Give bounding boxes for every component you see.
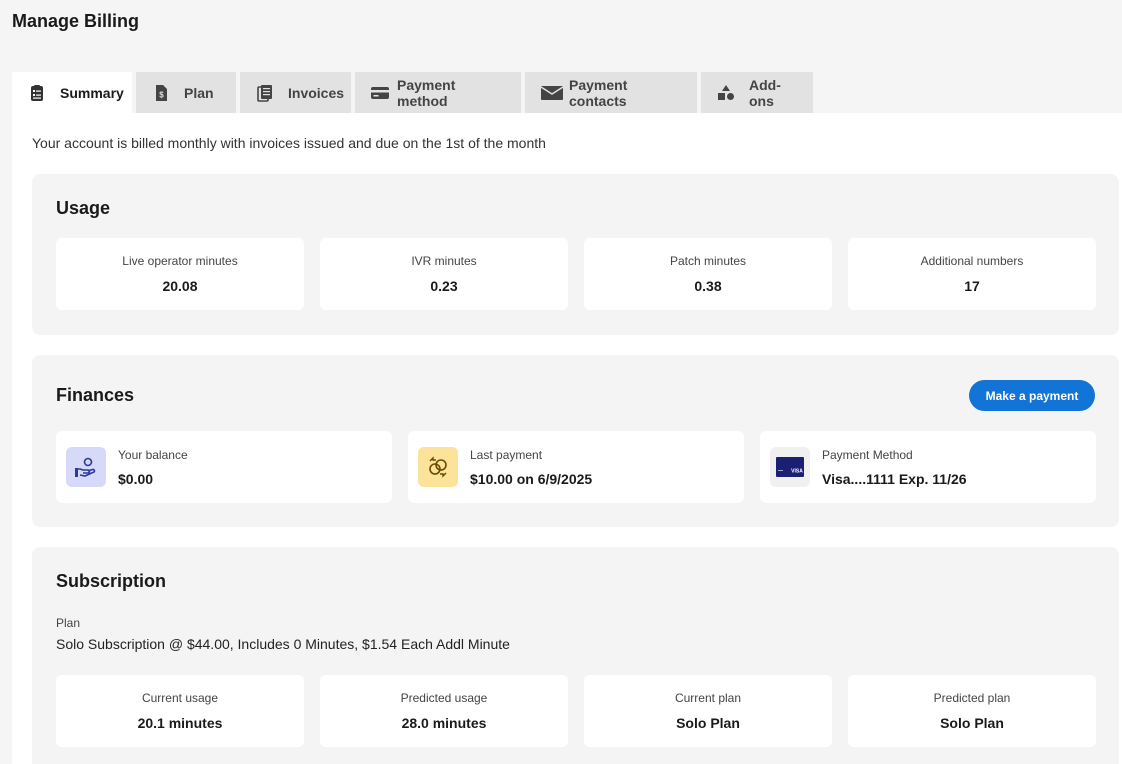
usage-stat-card: IVR minutes 0.23: [320, 238, 568, 310]
tab-invoices-label: Invoices: [288, 84, 345, 101]
stat-value: 0.38: [694, 278, 722, 294]
fin-value: Visa....1111 Exp. 11/26: [822, 470, 967, 487]
stat-label: IVR minutes: [411, 254, 477, 268]
stat-value: 20.1 minutes: [137, 715, 223, 731]
summary-icon: [28, 84, 46, 102]
make-payment-button[interactable]: Make a payment: [969, 380, 1095, 411]
visa-card-icon: VISA: [770, 447, 810, 487]
tab-plan[interactable]: $ Plan: [136, 72, 236, 113]
credit-card-icon: [371, 84, 389, 102]
dollar-document-icon: $: [152, 84, 170, 102]
shapes-icon: [717, 84, 735, 102]
tab-payment-method-label: Payment method: [397, 76, 456, 109]
tab-payment-contacts-label: Payment contacts: [569, 76, 628, 109]
fin-label: Your balance: [118, 447, 188, 462]
subscription-title: Subscription: [56, 571, 167, 591]
finances-section: Finances Make a payment Your balance $0.…: [32, 355, 1119, 527]
stat-value: 17: [964, 278, 980, 294]
billing-tabs: Summary $ Plan Invoices Payment method P…: [12, 72, 813, 113]
finance-cards: Your balance $0.00 Last payment $10.00 o…: [56, 431, 1096, 503]
usage-section: Usage Live operator minutes 20.08 IVR mi…: [32, 174, 1119, 335]
tab-summary-label: Summary: [60, 84, 124, 101]
tab-invoices[interactable]: Invoices: [240, 72, 351, 113]
subscription-stats: Current usage 20.1 minutes Predicted usa…: [56, 675, 1096, 747]
billing-intro-text: Your account is billed monthly with invo…: [32, 135, 546, 151]
stat-value: 28.0 minutes: [401, 715, 487, 731]
usage-title: Usage: [56, 198, 111, 218]
documents-icon: [256, 84, 274, 102]
fin-label: Last payment: [470, 447, 543, 462]
tab-payment-method[interactable]: Payment method: [355, 72, 521, 113]
tab-payment-contacts[interactable]: Payment contacts: [525, 72, 697, 113]
fin-value: $10.00 on 6/9/2025: [470, 470, 593, 487]
subscription-section: Subscription Plan Solo Subscription @ $4…: [32, 547, 1119, 764]
usage-stat-card: Live operator minutes 20.08: [56, 238, 304, 310]
plan-label: Plan: [56, 616, 81, 630]
fin-label: Payment Method: [822, 447, 913, 462]
subscription-stat-card: Predicted usage 28.0 minutes: [320, 675, 568, 747]
finances-title: Finances: [56, 385, 135, 405]
stat-label: Live operator minutes: [122, 254, 238, 268]
envelope-icon: [541, 84, 563, 102]
stat-value: 0.23: [430, 278, 458, 294]
usage-stats: Live operator minutes 20.08 IVR minutes …: [56, 238, 1096, 310]
page-title: Manage Billing: [12, 11, 140, 31]
tab-addons-label: Add-ons: [749, 76, 781, 109]
last-payment-card: Last payment $10.00 on 6/9/2025: [408, 431, 744, 503]
stat-label: Predicted usage: [400, 691, 488, 705]
tab-summary[interactable]: Summary: [12, 72, 132, 113]
tab-addons[interactable]: Add-ons: [701, 72, 813, 113]
stat-value: Solo Plan: [676, 715, 740, 731]
exchange-coins-icon: [418, 447, 458, 487]
subscription-stat-card: Predicted plan Solo Plan: [848, 675, 1096, 747]
stat-label: Predicted plan: [933, 691, 1011, 705]
fin-value: $0.00: [118, 470, 154, 487]
stat-value: Solo Plan: [940, 715, 1004, 731]
balance-card: Your balance $0.00: [56, 431, 392, 503]
stat-value: 20.08: [162, 278, 198, 294]
summary-panel: Your account is billed monthly with invo…: [12, 113, 1122, 764]
stat-label: Current usage: [141, 691, 219, 705]
hand-coin-icon: [66, 447, 106, 487]
svg-text:$: $: [159, 90, 164, 99]
subscription-stat-card: Current plan Solo Plan: [584, 675, 832, 747]
usage-stat-card: Patch minutes 0.38: [584, 238, 832, 310]
stat-label: Current plan: [674, 691, 742, 705]
tab-plan-label: Plan: [184, 84, 214, 101]
stat-label: Additional numbers: [920, 254, 1024, 268]
subscription-stat-card: Current usage 20.1 minutes: [56, 675, 304, 747]
plan-value: Solo Subscription @ $44.00, Includes 0 M…: [56, 636, 510, 652]
visa-card-text: VISA: [791, 469, 803, 475]
payment-method-card: VISA Payment Method Visa....1111 Exp. 11…: [760, 431, 1096, 503]
usage-stat-card: Additional numbers 17: [848, 238, 1096, 310]
stat-label: Patch minutes: [669, 254, 747, 268]
